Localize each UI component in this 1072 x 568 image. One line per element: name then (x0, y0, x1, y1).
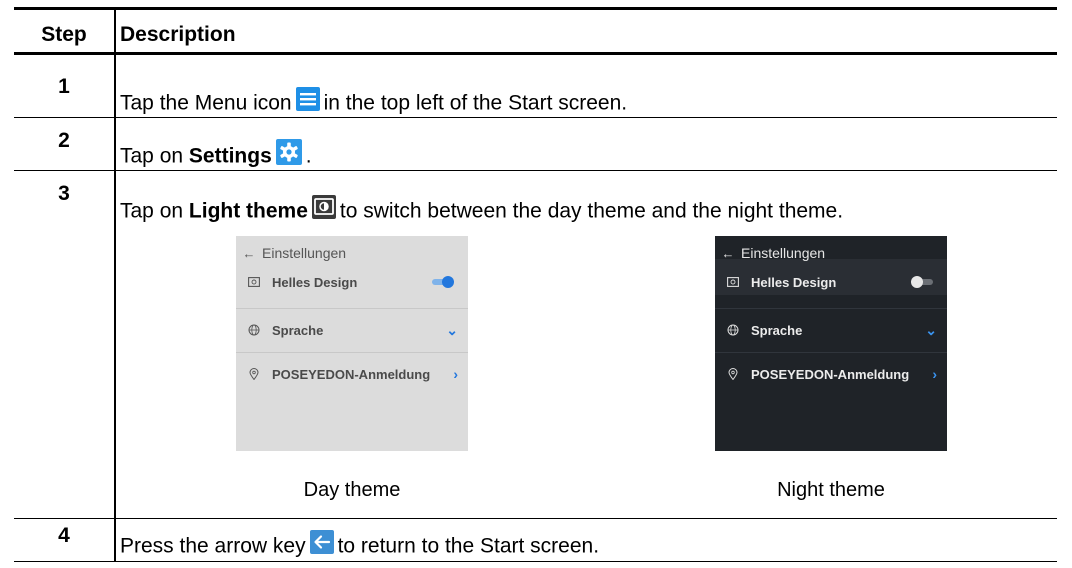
step-text: Tap on (120, 199, 184, 223)
chevron-down-icon: ⌄ (446, 321, 458, 338)
column-divider (114, 7, 116, 562)
setting-label: POSEYEDON-Anmeldung (751, 366, 910, 382)
step-text: to switch between the day theme and the … (339, 199, 844, 223)
step-number: 3 (58, 182, 70, 205)
toggle-switch[interactable] (432, 276, 454, 288)
setting-row-light-theme[interactable]: Helles Design (236, 270, 468, 294)
step-text: to return to the Start screen. (337, 534, 600, 558)
location-pin-icon (236, 368, 272, 380)
step-number: 1 (58, 75, 70, 98)
step-description: Press the arrow key to return to the Sta… (120, 530, 600, 562)
header-description: Description (120, 23, 236, 46)
gear-icon (275, 139, 302, 171)
menu-icon (295, 87, 320, 117)
step-text: . (305, 144, 312, 168)
globe-icon (236, 324, 272, 336)
setting-row-language[interactable]: Sprache ⌄ (715, 318, 947, 342)
toggle-switch[interactable] (911, 276, 933, 288)
globe-icon (715, 324, 751, 336)
table-top-rule (14, 7, 1057, 10)
setting-row-login[interactable]: POSEYEDON-Anmeldung › (236, 362, 468, 386)
row-divider (14, 518, 1057, 519)
setting-row-login[interactable]: POSEYEDON-Anmeldung › (715, 362, 947, 386)
chevron-right-icon: › (932, 366, 937, 382)
step-text: in the top left of the Start screen. (323, 91, 628, 115)
divider (236, 352, 468, 353)
step-bold-term: Settings (188, 144, 272, 168)
screen-title: Einstellungen (741, 245, 826, 261)
screen-header: ← Einstellungen (236, 242, 468, 264)
theme-icon (236, 277, 272, 287)
night-theme-screen: ← Einstellungen Helles Design Sprache ⌄ … (715, 236, 947, 451)
step-text: Tap the Menu icon (120, 91, 292, 115)
step-text: Tap on (120, 144, 184, 168)
step-description: Tap on Light theme to switch between the… (120, 195, 844, 227)
step-bold-term: Light theme (188, 199, 308, 223)
chevron-right-icon: › (453, 366, 458, 382)
setting-label: Helles Design (751, 274, 837, 290)
setting-label: POSEYEDON-Anmeldung (272, 366, 431, 382)
divider (715, 308, 947, 309)
setting-row-language[interactable]: Sprache ⌄ (236, 318, 468, 342)
divider (715, 352, 947, 353)
location-pin-icon (715, 368, 751, 380)
chevron-down-icon: ⌄ (925, 321, 937, 338)
theme-icon (715, 277, 751, 287)
screen-title: Einstellungen (262, 245, 347, 261)
header-bottom-rule (14, 52, 1057, 55)
step-text: Press the arrow key (120, 534, 306, 558)
back-arrow-icon[interactable]: ← (236, 246, 262, 261)
step-description: Tap on Settings . (120, 139, 312, 173)
day-theme-caption: Day theme (303, 479, 401, 501)
header-step: Step (41, 23, 87, 46)
night-theme-caption: Night theme (777, 479, 885, 501)
setting-row-light-theme[interactable]: Helles Design (715, 270, 947, 294)
setting-label: Sprache (751, 322, 803, 338)
instruction-table: Step Description 1 Tap the Menu icon in … (14, 7, 1057, 562)
theme-icon (311, 195, 336, 225)
screen-header: ← Einstellungen (715, 242, 947, 264)
step-number: 2 (58, 129, 70, 152)
day-theme-screen: ← Einstellungen Helles Design Sprache ⌄ … (236, 236, 468, 451)
step-number: 4 (58, 524, 70, 547)
back-arrow-icon[interactable]: ← (715, 246, 741, 261)
divider (236, 308, 468, 309)
setting-label: Helles Design (272, 274, 358, 290)
back-arrow-icon (309, 530, 334, 560)
setting-label: Sprache (272, 322, 324, 338)
step-description: Tap the Menu icon in the top left of the… (120, 87, 628, 119)
